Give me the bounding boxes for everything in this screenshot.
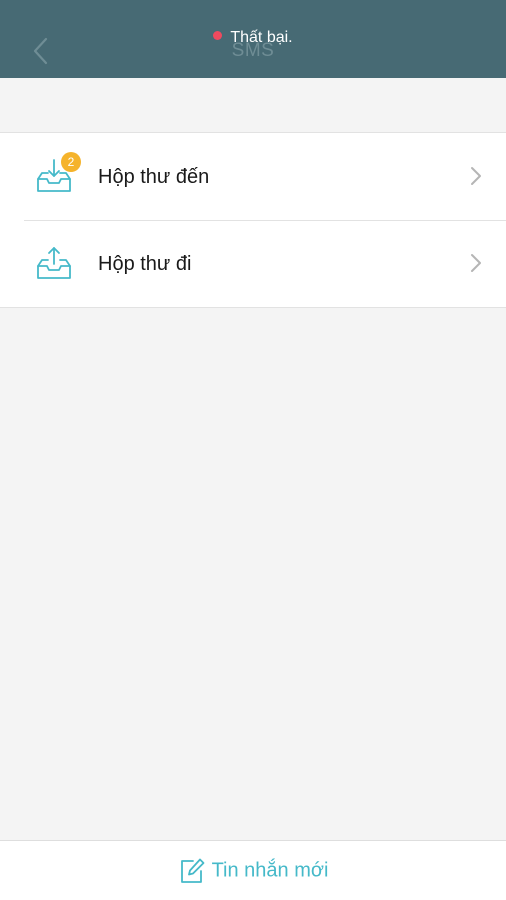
app-header: SMS Thất bại. [0,0,506,78]
outbox-upload-icon [37,247,71,279]
inbox-label: Hộp thư đến [98,166,210,188]
error-dot [213,31,223,40]
mailbox-list: 2 Hộp thư đến Hộp thư đi [0,132,506,308]
toast-text: Thất bại. [230,29,293,46]
list-item-inbox[interactable]: 2 Hộp thư đến [0,133,506,220]
sms-screen: SMS Thất bại. 2 Hộp thư đến Hộp thư đi T… [0,0,506,900]
list-item-outbox[interactable]: Hộp thư đi [0,220,506,307]
outbox-label: Hộp thư đi [98,253,192,275]
new-message-label: Tin nhắn mới [211,859,329,882]
new-message-button[interactable]: Tin nhắn mới [0,857,506,885]
bottom-action-bar: Tin nhắn mới [0,840,506,900]
unread-count-badge: 2 [61,152,81,172]
chevron-right-icon [471,254,481,272]
chevron-right-icon [471,167,481,185]
compose-icon [180,858,204,883]
error-toast: Thất bại. [0,29,506,47]
